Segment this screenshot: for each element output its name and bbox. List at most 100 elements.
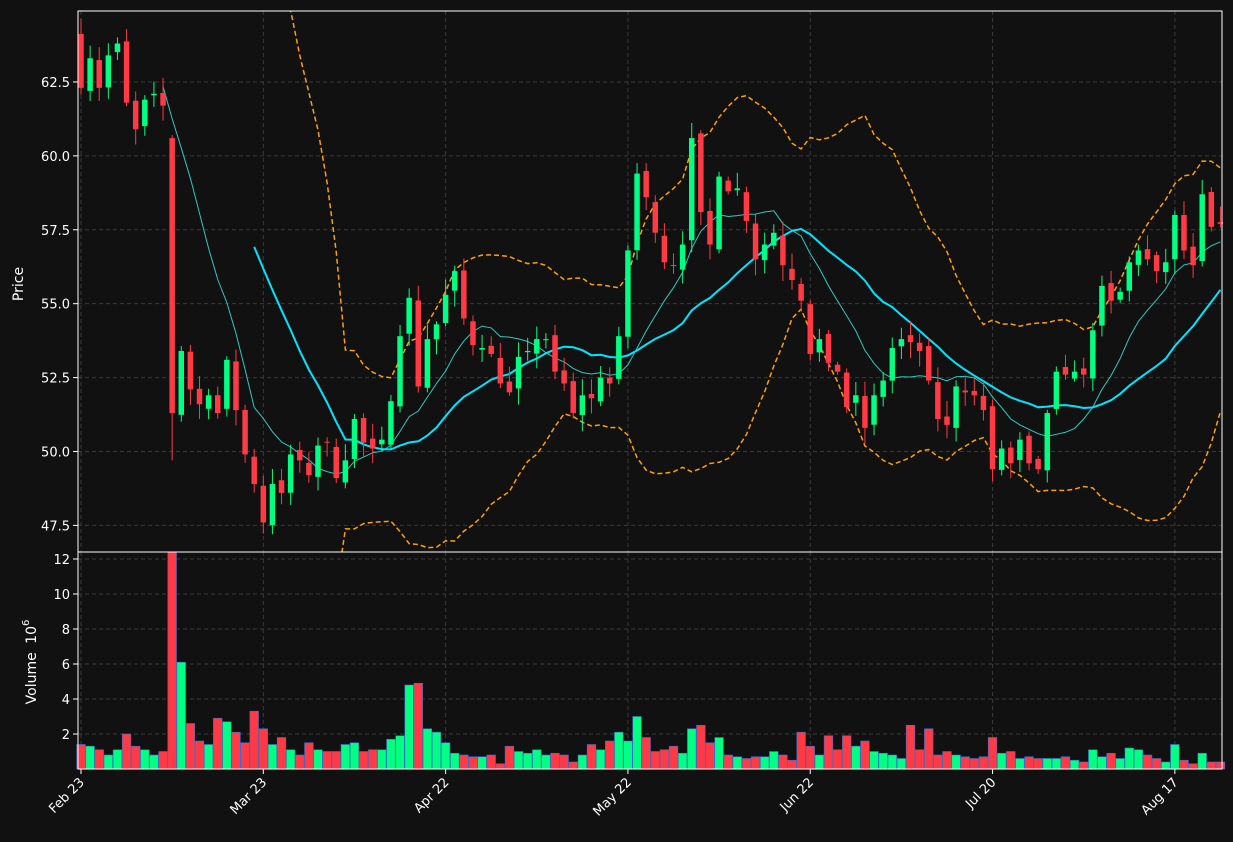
candle-body [442, 294, 449, 323]
candle-body [242, 409, 248, 455]
volume-bar [532, 749, 542, 770]
volume-bar [1015, 758, 1025, 770]
volume-bar [750, 756, 761, 770]
volume-bar [677, 752, 688, 770]
candle-body [251, 456, 257, 485]
volume-bar [1024, 756, 1034, 770]
volume-bar [422, 728, 433, 770]
volume-bar [1188, 763, 1198, 770]
candle-body [1153, 255, 1160, 272]
volume-bar [304, 742, 314, 770]
candle-body [406, 297, 412, 334]
volume-bar [614, 731, 624, 770]
volume-bar [194, 740, 205, 770]
price-tick-label: 62.5 [41, 76, 70, 91]
candle-body [907, 335, 914, 343]
candle-body [816, 339, 823, 353]
volume-bar [623, 740, 633, 770]
candle-body [1017, 439, 1023, 460]
volume-bar [905, 724, 916, 770]
volume-tick-label: 2 [62, 728, 70, 743]
volume-bar [969, 758, 979, 770]
volume-bar [668, 745, 679, 770]
volume-bar [450, 752, 460, 770]
candle-body [87, 58, 93, 91]
volume-bar [1170, 744, 1180, 770]
volume-bar [595, 749, 606, 770]
volume-bar [185, 723, 196, 770]
volume-bar [513, 751, 524, 770]
candle-body [570, 381, 576, 414]
volume-bar [541, 754, 551, 770]
candle-body [433, 324, 440, 340]
candle-body [944, 416, 950, 425]
candle-body [214, 395, 221, 414]
volume-bar [140, 749, 150, 770]
volume-bar [924, 728, 934, 770]
volume-tick-label: 8 [62, 623, 70, 638]
volume-bar [94, 749, 104, 770]
volume-bar [1033, 758, 1043, 770]
candle-body [1199, 194, 1205, 262]
volume-bar [240, 742, 250, 770]
candle-body [488, 345, 494, 354]
candle-body [105, 55, 112, 88]
candle-body [579, 395, 586, 416]
volume-bar [149, 754, 159, 770]
candle-body [369, 438, 376, 449]
volume-bar [741, 758, 752, 770]
candle-body [898, 339, 905, 347]
volume-bar [231, 731, 241, 770]
volume-bar [1106, 752, 1116, 770]
candle-body [552, 335, 558, 372]
candle-body [333, 446, 339, 479]
candle-body [825, 334, 832, 363]
price-tick-label: 50.0 [41, 445, 70, 460]
candle-body [689, 138, 695, 241]
candle-body [497, 357, 504, 384]
candle-body [1035, 458, 1041, 470]
volume-bar [504, 745, 515, 770]
candle-body [871, 395, 877, 425]
volume-bar [276, 737, 287, 770]
volume-bar [650, 751, 660, 770]
volume-bar [687, 728, 697, 770]
volume-bar [723, 754, 733, 770]
candle-body [725, 180, 731, 192]
candle-body [351, 418, 358, 459]
candle-body [524, 350, 531, 353]
candle-body [761, 244, 768, 261]
candle-body [543, 339, 549, 341]
volume-bar [632, 716, 642, 770]
candle-body [1208, 192, 1215, 227]
candle-body [935, 382, 941, 419]
volume-bar [605, 740, 615, 770]
volume-bar [577, 754, 587, 770]
candle-body [1135, 250, 1142, 265]
candle-body [315, 445, 321, 477]
candle-body [506, 381, 513, 393]
volume-bar [213, 717, 223, 770]
volume-bar [103, 754, 113, 770]
candle-body [360, 418, 367, 443]
candle-body [1099, 285, 1105, 326]
candle-body [379, 439, 385, 445]
volume-bar [1088, 749, 1098, 770]
volume-bar [495, 763, 505, 770]
volume-bar [568, 761, 578, 770]
candle-body [780, 235, 786, 266]
volume-bar [696, 724, 706, 770]
volume-bar [222, 721, 232, 770]
volume-bar [887, 754, 897, 770]
volume-bar [878, 752, 888, 770]
candle-body [679, 244, 686, 270]
candle-body [224, 359, 230, 409]
volume-axis-label-power: 6 [21, 620, 32, 626]
candle-body [807, 304, 813, 354]
candle-body [1190, 246, 1196, 266]
volume-bar [413, 682, 423, 770]
volume-bar [1215, 761, 1226, 770]
volume-bar [1142, 754, 1153, 770]
candle-body [269, 484, 276, 526]
volume-tick-label: 10 [53, 588, 70, 603]
